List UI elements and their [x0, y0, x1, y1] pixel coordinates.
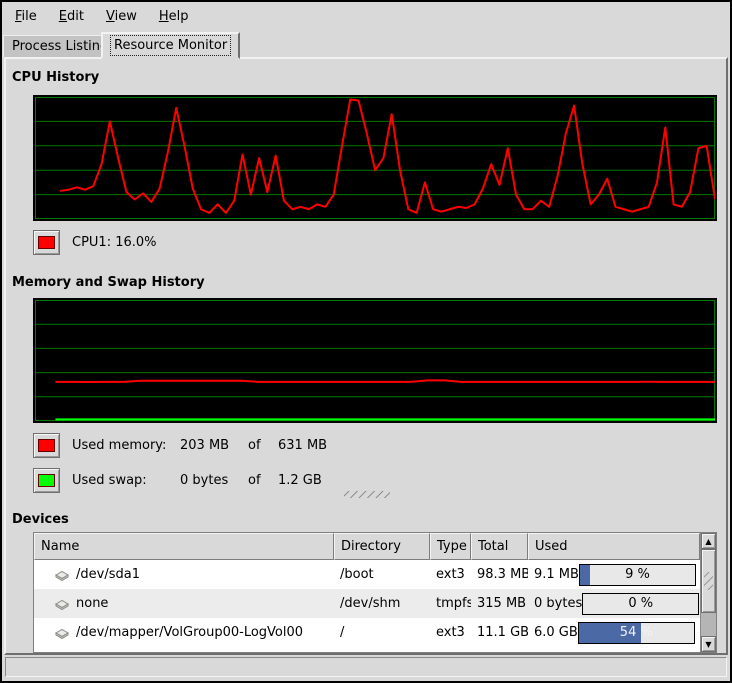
- cell-directory: /dev/shm: [334, 596, 430, 611]
- legend-total: 631 MB: [278, 438, 327, 453]
- cell-used: 0 bytes0 %: [528, 593, 700, 615]
- device-name: none: [76, 596, 108, 611]
- directory-value: /: [340, 625, 344, 640]
- cell-used: 9.1 MB9 %: [528, 564, 700, 586]
- menu-bar: FileEditViewHelp: [2, 2, 730, 30]
- progress-label: 0 %: [583, 594, 698, 614]
- swap-legend-row: Used swap:0 bytesof1.2 GB: [33, 467, 322, 493]
- cpu-history-plot: [35, 97, 715, 219]
- status-bar: [5, 657, 727, 677]
- device-row-1[interactable]: /dev/sda1/bootext398.3 MB9.1 MB9 %: [34, 560, 700, 589]
- directory-value: /dev/shm: [340, 596, 400, 611]
- type-value: tmpfs: [436, 596, 471, 611]
- device-row-2[interactable]: none/dev/shmtmpfs315 MB0 bytes0 %: [34, 589, 700, 618]
- cell-type: ext3: [430, 625, 471, 640]
- column-header-directory[interactable]: Directory: [334, 533, 430, 560]
- menu-edit[interactable]: Edit: [50, 5, 93, 28]
- cell-used: 6.0 GB54 %: [528, 622, 700, 644]
- usage-progress-bar: 9 %: [579, 564, 696, 586]
- cpu1-color-button[interactable]: [33, 230, 60, 255]
- device-row-3[interactable]: /dev/mapper/VolGroup00-LogVol00 / ext3 11.1…: [34, 618, 700, 647]
- total-value: 11.1 GB: [477, 625, 528, 640]
- scroll-down-button[interactable]: ▼: [701, 636, 716, 652]
- devices-table-body: NameDirectoryTypeTotalUsed/dev/sda1/boot…: [34, 533, 700, 652]
- arrow-down-icon: ▼: [705, 640, 711, 649]
- legend-of: of: [248, 473, 278, 488]
- legend-of: of: [248, 438, 278, 453]
- device-name: /dev/mapper/VolGroup00-LogVol00: [76, 625, 303, 640]
- cell-type: ext3: [430, 567, 471, 582]
- used-value: 9.1 MB: [534, 567, 579, 582]
- memory-color-button[interactable]: [33, 433, 60, 458]
- devices-title: Devices: [12, 512, 69, 527]
- cell-total: 11.1 GB: [471, 625, 528, 640]
- legend-value: 0 bytes: [180, 473, 248, 488]
- column-header-name[interactable]: Name: [34, 533, 334, 560]
- usage-progress-bar: 54 %: [578, 622, 695, 644]
- disk-icon: [54, 568, 70, 582]
- progress-label: 9 %: [580, 565, 695, 585]
- system-monitor-window: FileEditViewHelp Process Listing Resourc…: [0, 0, 732, 683]
- scrollbar-grip-icon: [704, 572, 713, 590]
- legend-total: 1.2 GB: [278, 473, 322, 488]
- used-value: 0 bytes: [534, 596, 582, 611]
- legend-label: Used swap:: [72, 473, 180, 488]
- memory-swap-graph: [33, 298, 717, 423]
- legend-label: Used memory:: [72, 438, 180, 453]
- memory-swap-plot: [35, 300, 715, 421]
- used-value: 6.0 GB: [534, 625, 578, 640]
- progress-label: 54 %: [579, 623, 694, 643]
- memory-swap-title: Memory and Swap History: [12, 275, 205, 290]
- devices-header-row: NameDirectoryTypeTotalUsed: [34, 533, 700, 560]
- disk-icon: [54, 626, 70, 640]
- scrollbar-thumb[interactable]: [701, 549, 716, 613]
- type-value: ext3: [436, 625, 465, 640]
- memory-legend-row: Used memory:203 MBof631 MB: [33, 432, 327, 458]
- device-name: /dev/sda1: [76, 567, 140, 582]
- devices-table: NameDirectoryTypeTotalUsed/dev/sda1/boot…: [33, 532, 717, 653]
- column-header-total[interactable]: Total: [471, 533, 528, 560]
- cell-name: /dev/sda1: [34, 567, 334, 582]
- disk-icon: [54, 597, 70, 611]
- cell-total: 98.3 MB: [471, 567, 528, 582]
- scroll-up-button[interactable]: ▲: [701, 533, 716, 549]
- total-value: 315 MB: [477, 596, 526, 611]
- column-header-used[interactable]: Used: [528, 533, 700, 560]
- cpu1-legend-label: CPU1: 16.0%: [72, 235, 157, 250]
- scrollbar-trough[interactable]: [701, 613, 716, 636]
- usage-progress-bar: 0 %: [582, 593, 699, 615]
- devices-scrollbar[interactable]: ▲ ▼: [700, 533, 716, 652]
- arrow-up-icon: ▲: [705, 537, 711, 546]
- type-value: ext3: [436, 567, 465, 582]
- legend-value: 203 MB: [180, 438, 248, 453]
- cpu-history-graph: [33, 95, 717, 221]
- menu-view[interactable]: View: [97, 5, 146, 28]
- menu-help[interactable]: Help: [150, 5, 198, 28]
- tab-resource-monitor[interactable]: Resource Monitor: [101, 32, 240, 59]
- tab-process-listing-label: Process Listing: [12, 39, 108, 54]
- tab-resource-monitor-label: Resource Monitor: [111, 36, 230, 55]
- cpu-legend: CPU1: 16.0%: [33, 229, 157, 255]
- swap-color-swatch: [38, 474, 55, 487]
- cell-directory: /boot: [334, 567, 430, 582]
- cpu1-color-swatch: [38, 236, 55, 249]
- cell-name: /dev/mapper/VolGroup00-LogVol00: [34, 625, 334, 640]
- resource-monitor-page: CPU History CPU1: 16.0% Memory and Swap …: [4, 57, 728, 655]
- memory-color-swatch: [38, 439, 55, 452]
- column-header-type[interactable]: Type: [430, 533, 471, 560]
- menu-file[interactable]: File: [6, 5, 46, 28]
- cell-directory: /: [334, 625, 430, 640]
- cell-total: 315 MB: [471, 596, 528, 611]
- cell-name: none: [34, 596, 334, 611]
- pane-resize-grip[interactable]: [344, 491, 390, 498]
- cpu-history-title: CPU History: [12, 70, 99, 85]
- swap-color-button[interactable]: [33, 468, 60, 493]
- directory-value: /boot: [340, 567, 374, 582]
- cell-type: tmpfs: [430, 596, 471, 611]
- total-value: 98.3 MB: [477, 567, 528, 582]
